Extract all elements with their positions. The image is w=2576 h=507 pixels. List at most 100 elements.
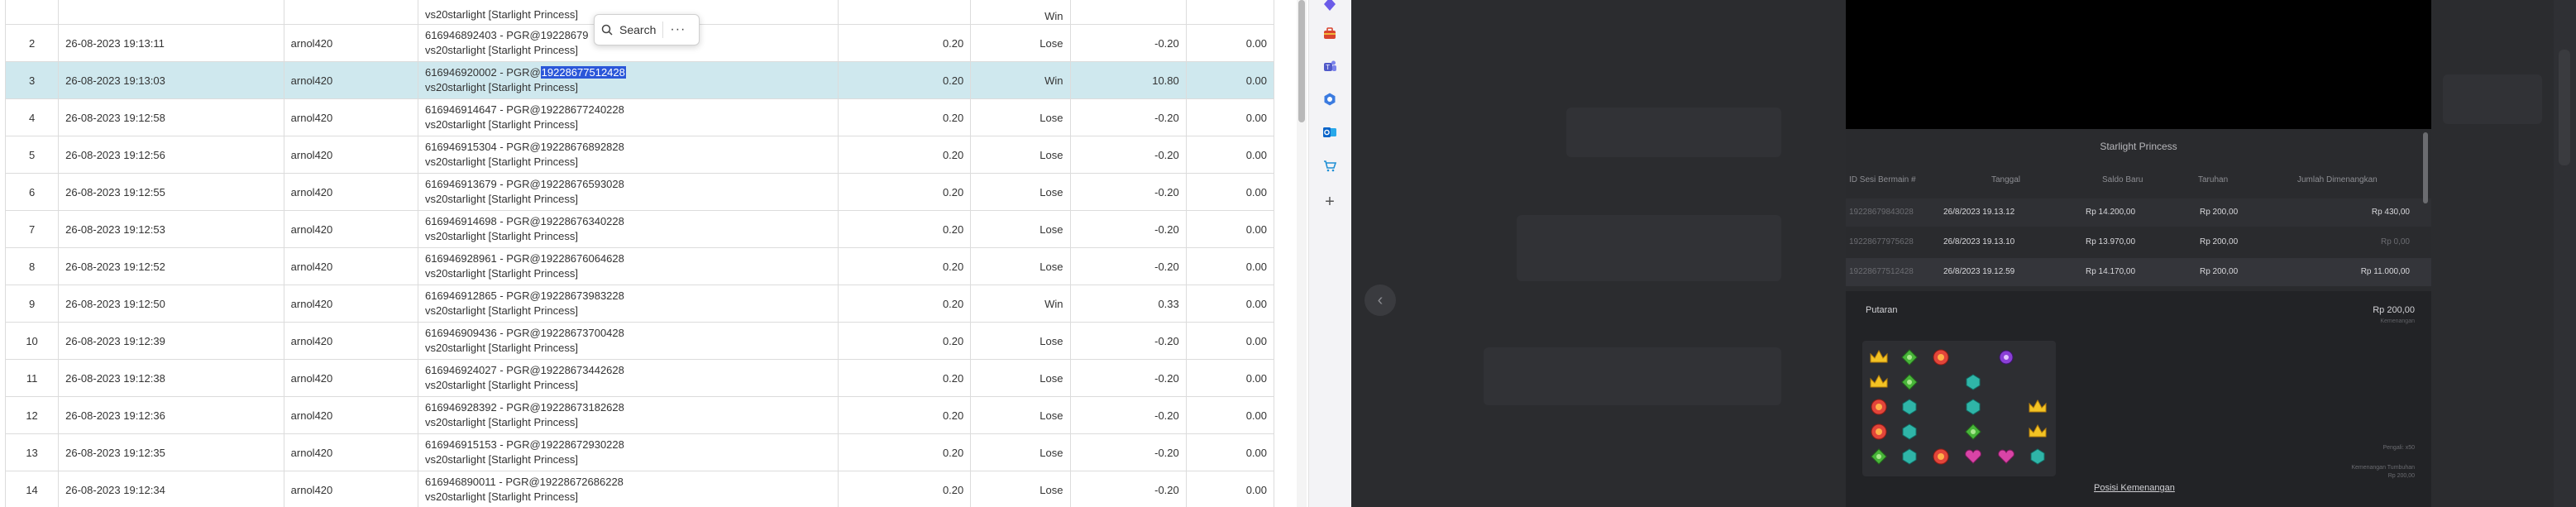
teal-gem-icon [1902,423,1917,440]
game-row[interactable]: 19228679843028 26/8/2023 19.13.12 Rp 14.… [1846,198,2431,227]
toolbox-icon[interactable] [1319,22,1341,44]
row-user: arnol420 [283,247,418,285]
row-number [4,0,60,25]
row-result: Win [970,61,1071,99]
row-bet: 0.20 [837,210,972,248]
game-row-date: 26/8/2023 19.12.59 [1943,267,2015,276]
row-user: arnol420 [283,322,418,360]
red-gem-icon [1871,423,1887,440]
row-amount: -0.20 [1069,471,1187,507]
row-transaction-id: 616946915153 - PGR@19228672930228 [424,438,624,451]
search-icon[interactable] [601,24,613,36]
red-gem-icon [1933,349,1949,366]
header-bet: Taruhan [2198,175,2229,184]
game-row[interactable]: 19228677512428 26/8/2023 19.12.59 Rp 14.… [1846,258,2431,286]
crown-gem-icon [1870,350,1888,363]
table-row[interactable]: 10 26-08-2023 19:12:39 arnol420 61694690943… [4,322,1275,360]
game-row-win: Rp 0,00 [2380,237,2410,246]
spin-note: Kemenangan Tumbuhan [2351,465,2415,471]
table-row[interactable]: 8 26-08-2023 19:12:52 arnol420 616946928961… [4,247,1275,285]
green-gem-icon [1965,423,1981,440]
popup-divider [662,22,664,38]
row-transaction-id: 616946913679 - PGR@19228676593028 [424,178,624,190]
row-date: 26-08-2023 19:12:39 [58,322,284,360]
row-bet: 0.20 [837,136,972,174]
row-amount: -0.20 [1069,210,1187,248]
transactions-table-body: vs20starlight [Starlight Princess] Win 2… [4,0,1275,507]
row-bet: 0.20 [837,433,972,471]
row-user: arnol420 [283,359,418,397]
scrollbar-thumb[interactable] [1298,0,1305,122]
row-last: 0.00 [1185,471,1275,507]
row-last: 0.00 [1185,210,1275,248]
game-row[interactable]: 19228677975628 26/8/2023 19.13.10 Rp 13.… [1846,228,2431,256]
row-transaction-id: 616946912865 - PGR@19228673983228 [424,289,624,302]
row-last: 0.00 [1185,285,1275,323]
row-date: 26-08-2023 19:12:53 [58,210,284,248]
table-row[interactable]: 11 26-08-2023 19:12:38 arnol420 61694692402… [4,359,1275,397]
teal-gem-icon [1902,399,1917,415]
shopping-icon[interactable] [1319,155,1341,176]
row-date: 26-08-2023 19:12:34 [58,471,284,507]
header-win: Jumlah Dimenangkan [2297,175,2378,184]
row-result: Lose [970,210,1071,248]
winning-positions-link[interactable]: Posisi Kemenangan [2094,483,2175,493]
row-number: 2 [4,24,60,62]
row-result: Win [970,285,1071,323]
table-row[interactable]: 5 26-08-2023 19:12:56 arnol420 616946915304… [4,136,1275,174]
row-number: 5 [4,136,60,174]
game-row-id: 19228677512428 [1849,267,1914,276]
teams-icon[interactable]: T [1319,55,1341,77]
header-session-id: ID Sesi Bermain # [1849,175,1916,184]
row-last: 0.00 [1185,173,1275,211]
viewer-scrollbar[interactable] [2554,0,2576,507]
transactions-table-pane: vs20starlight [Starlight Princess] Win 2… [0,0,1275,507]
row-amount: 10.80 [1069,61,1187,99]
table-row[interactable]: 14 26-08-2023 19:12:34 arnol420 61694689001… [4,471,1275,507]
add-icon[interactable]: + [1319,191,1341,213]
row-number: 6 [4,173,60,211]
row-result: Lose [970,98,1071,136]
row-last: 0.00 [1185,98,1275,136]
more-options-icon[interactable]: ··· [670,22,686,37]
table-row[interactable]: 3 26-08-2023 19:13:03 arnol420 616946920002… [4,61,1275,99]
table-row[interactable]: 4 26-08-2023 19:12:58 arnol420 616946914647… [4,98,1275,136]
svg-text:T: T [1326,64,1330,71]
header-date: Tanggal [1991,175,2021,184]
game-list-scrollbar[interactable] [2423,132,2428,203]
search-popup[interactable]: Search ··· [594,14,700,45]
row-transaction: 616946914698 - PGR@19228676340228 vs20sta… [417,210,839,248]
purple-gem-icon [1999,350,2014,365]
table-row[interactable]: 12 26-08-2023 19:12:36 arnol420 61694692839… [4,396,1275,434]
search-popup-label[interactable]: Search [619,23,656,36]
row-amount: -0.20 [1069,433,1187,471]
row-user: arnol420 [283,61,418,99]
table-row[interactable]: 9 26-08-2023 19:12:50 arnol420 616946912865… [4,285,1275,323]
spin-note: Rp 200,00 [2387,473,2415,479]
game-title: Starlight Princess [2100,141,2177,152]
row-date: 26-08-2023 19:12:52 [58,247,284,285]
table-row[interactable]: 7 26-08-2023 19:12:53 arnol420 616946914698… [4,210,1275,248]
scrollbar-thumb[interactable] [2559,50,2570,165]
crown-gem-icon [2029,399,2047,413]
green-gem-icon [1901,374,1918,390]
teal-gem-icon [2030,448,2045,465]
row-amount: 0.33 [1069,285,1187,323]
row-result: Lose [970,322,1071,360]
row-transaction-game: vs20starlight [Starlight Princess] [424,490,578,503]
row-transaction-selection[interactable]: 19228677512428 [540,66,626,79]
outlook-icon[interactable] [1319,122,1341,143]
table-scrollbar[interactable] [1297,0,1307,507]
row-last: 0.00 [1185,61,1275,99]
row-amount: -0.20 [1069,359,1187,397]
symbol-grid [1870,349,2047,465]
table-row[interactable]: 13 26-08-2023 19:12:35 arnol420 61694691515… [4,433,1275,471]
copilot-icon[interactable] [1319,0,1341,15]
settings-hex-icon[interactable] [1319,88,1341,110]
table-row[interactable]: 6 26-08-2023 19:12:55 arnol420 616946913679… [4,173,1275,211]
row-transaction-id: 616946928961 - PGR@19228676064628 [424,252,624,265]
row-last: 0.00 [1185,433,1275,471]
green-gem-icon [1901,349,1918,366]
previous-image-button[interactable]: ‹ [1364,285,1396,316]
row-transaction-game: vs20starlight [Starlight Princess] [424,267,578,280]
